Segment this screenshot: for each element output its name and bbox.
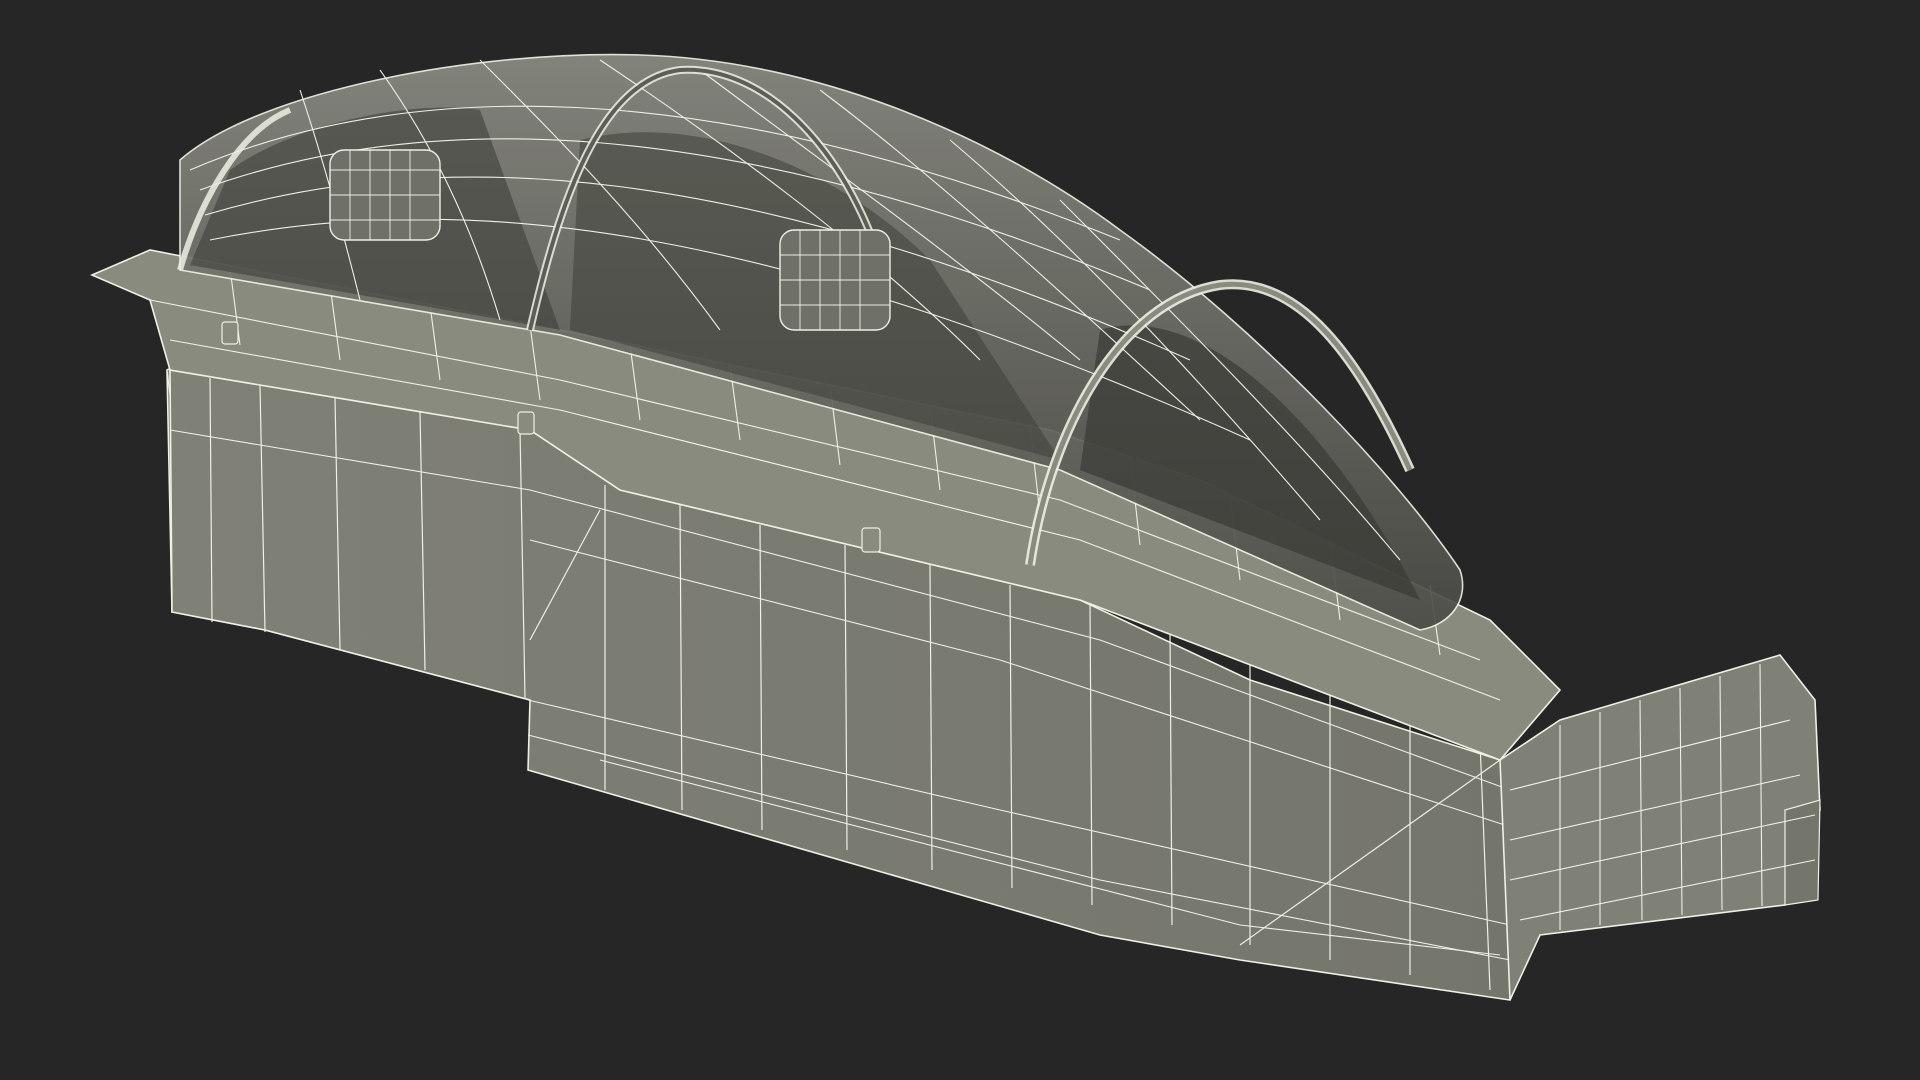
front-seat xyxy=(779,229,891,331)
rear-seat xyxy=(329,149,441,241)
3d-viewport[interactable] xyxy=(0,0,1920,1080)
cockpit-model-render xyxy=(89,53,1821,1001)
nose-block xyxy=(1499,654,1821,1001)
